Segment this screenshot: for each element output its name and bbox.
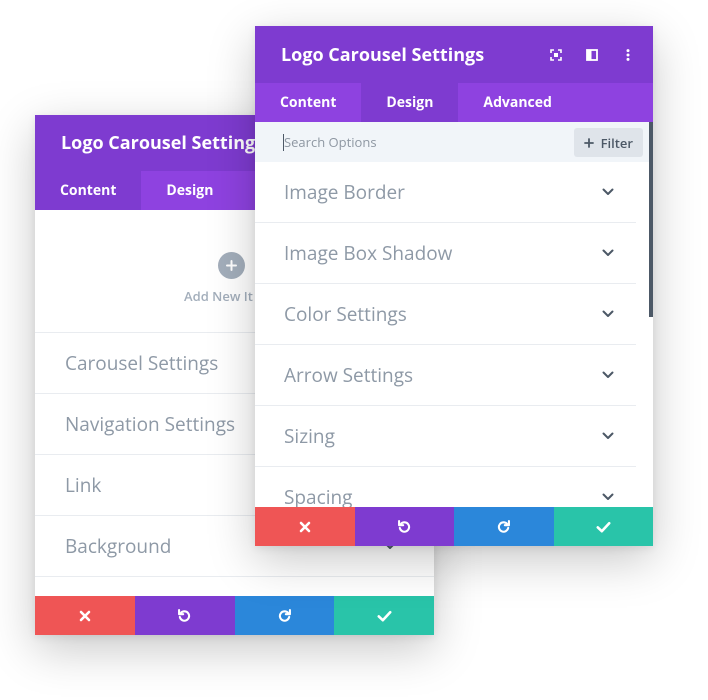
chevron-down-icon xyxy=(602,310,614,317)
option-label: Image Box Shadow xyxy=(284,240,453,266)
modal-header: Logo Carousel Settings xyxy=(255,26,653,83)
filter-label: Filter xyxy=(600,133,633,152)
modal-title: Logo Carousel Settings xyxy=(281,42,485,67)
plus-icon xyxy=(226,260,237,271)
undo-button[interactable] xyxy=(354,507,454,546)
undo-icon xyxy=(397,520,410,533)
undo-button[interactable] xyxy=(134,596,235,635)
tab-bar: Content Design Advanced xyxy=(255,83,653,122)
option-label: Color Settings xyxy=(284,301,407,327)
redo-icon xyxy=(278,609,291,622)
option-label: Carousel Settings xyxy=(65,350,219,376)
tab-design[interactable]: Design xyxy=(141,171,238,210)
checkmark-icon xyxy=(596,521,611,532)
fullscreen-button[interactable] xyxy=(549,48,563,62)
close-button[interactable] xyxy=(255,507,355,546)
filter-button[interactable]: Filter xyxy=(573,128,643,157)
close-icon xyxy=(79,610,91,621)
split-view-icon xyxy=(586,48,598,61)
action-bar xyxy=(35,596,434,635)
option-arrow-settings[interactable]: Arrow Settings xyxy=(255,345,636,406)
settings-modal-front: Logo Carousel Settings Content Design Ad… xyxy=(255,26,653,546)
option-image-border[interactable]: Image Border xyxy=(255,162,636,223)
text-cursor xyxy=(283,134,284,151)
tab-content[interactable]: Content xyxy=(255,83,361,122)
fullscreen-icon xyxy=(550,48,562,61)
scrollbar[interactable] xyxy=(649,122,653,317)
checkmark-icon xyxy=(377,610,392,621)
tab-advanced[interactable]: Advanced xyxy=(458,83,576,122)
options-list: Image Border Image Box Shadow Color Sett… xyxy=(255,162,653,528)
redo-button[interactable] xyxy=(234,596,335,635)
option-image-box-shadow[interactable]: Image Box Shadow xyxy=(255,223,636,284)
undo-icon xyxy=(178,609,191,622)
more-options-icon xyxy=(626,48,630,61)
plus-icon xyxy=(583,137,594,148)
redo-icon xyxy=(498,520,511,533)
option-color-settings[interactable]: Color Settings xyxy=(255,284,636,345)
option-label: Navigation Settings xyxy=(65,411,236,437)
more-options-button[interactable] xyxy=(621,48,635,62)
search-bar: Filter xyxy=(255,121,653,163)
option-label: Link xyxy=(65,472,102,498)
chevron-down-icon xyxy=(602,493,614,500)
save-button[interactable] xyxy=(553,507,653,546)
add-new-item-button[interactable] xyxy=(218,252,245,279)
chevron-down-icon xyxy=(602,249,614,256)
option-label: Arrow Settings xyxy=(284,362,414,388)
action-bar xyxy=(255,507,653,546)
redo-button[interactable] xyxy=(454,507,554,546)
chevron-down-icon xyxy=(602,432,614,439)
option-label: Image Border xyxy=(284,179,405,205)
option-sizing[interactable]: Sizing xyxy=(255,406,636,467)
option-label: Sizing xyxy=(284,423,335,449)
chevron-down-icon xyxy=(602,371,614,378)
chevron-down-icon xyxy=(602,188,614,195)
save-button[interactable] xyxy=(334,596,434,635)
add-new-item-label: Add New It xyxy=(184,287,253,305)
modal-title: Logo Carousel Settings xyxy=(61,131,265,155)
option-label: Background xyxy=(65,533,172,559)
tab-design[interactable]: Design xyxy=(361,83,459,122)
split-view-button[interactable] xyxy=(585,48,599,62)
header-controls xyxy=(549,26,635,83)
tab-content[interactable]: Content xyxy=(35,171,142,210)
close-icon xyxy=(299,521,311,532)
close-button[interactable] xyxy=(35,596,135,635)
